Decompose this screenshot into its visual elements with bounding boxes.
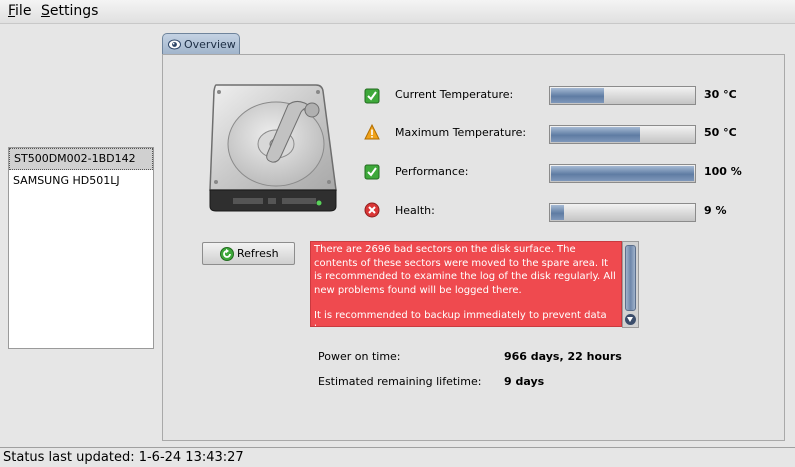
warning-icon (364, 124, 380, 140)
current-temperature-bar-fill (551, 88, 604, 103)
disk-eye-icon (168, 39, 181, 50)
menu-file-mnemonic: F (8, 3, 16, 19)
current-temperature-bar (549, 86, 696, 105)
menu-bar: File Settings (0, 0, 795, 24)
menu-settings[interactable]: Settings (41, 3, 98, 19)
refresh-icon (220, 247, 234, 261)
hard-disk-icon (209, 84, 337, 212)
warning-message-box[interactable]: There are 2696 bad sectors on the disk s… (310, 241, 622, 327)
health-bar (549, 203, 696, 222)
performance-value: 100 % (704, 165, 742, 178)
performance-bar-fill (551, 166, 694, 181)
maximum-temperature-bar (549, 125, 696, 144)
scroll-down-icon[interactable] (625, 314, 636, 325)
tab-overview-label: Overview (184, 38, 236, 51)
power-on-time-label: Power on time: (318, 350, 401, 363)
remaining-lifetime-value: 9 days (504, 375, 545, 388)
status-bar: Status last updated: 1-6-24 13:43:27 (0, 447, 795, 467)
check-icon (364, 88, 380, 104)
backup-advice-text: It is recommended to backup immediately … (314, 310, 607, 326)
menu-file[interactable]: File (8, 3, 31, 19)
menu-settings-label: ettings (49, 3, 99, 19)
menu-settings-mnemonic: S (41, 3, 50, 19)
menu-file-label: ile (15, 3, 32, 19)
scroll-thumb[interactable] (625, 245, 636, 311)
warning-message-text: There are 2696 bad sectors on the disk s… (314, 244, 616, 296)
maximum-temperature-bar-fill (551, 127, 640, 142)
error-icon (364, 202, 380, 218)
status-text: Status last updated: 1-6-24 13:43:27 (3, 450, 244, 465)
current-temperature-label: Current Temperature: (395, 88, 514, 101)
performance-bar (549, 164, 696, 183)
refresh-button[interactable]: Refresh (202, 242, 295, 265)
health-value: 9 % (704, 204, 727, 217)
health-bar-fill (551, 205, 564, 220)
current-temperature-value: 30 °C (704, 88, 737, 101)
maximum-temperature-value: 50 °C (704, 126, 737, 139)
maximum-temperature-label: Maximum Temperature: (395, 126, 527, 139)
power-on-time-value: 966 days, 22 hours (504, 350, 622, 363)
drive-list[interactable]: ST500DM002-1BD142 SAMSUNG HD501LJ (8, 147, 154, 349)
performance-label: Performance: (395, 165, 469, 178)
remaining-lifetime-label: Estimated remaining lifetime: (318, 375, 482, 388)
tab-overview[interactable]: Overview (162, 33, 240, 55)
health-label: Health: (395, 204, 435, 217)
message-scrollbar[interactable] (622, 241, 639, 328)
check-icon (364, 164, 380, 180)
drive-list-item[interactable]: ST500DM002-1BD142 (9, 148, 153, 170)
drive-list-item[interactable]: SAMSUNG HD501LJ (9, 170, 153, 192)
refresh-button-label: Refresh (237, 247, 279, 260)
